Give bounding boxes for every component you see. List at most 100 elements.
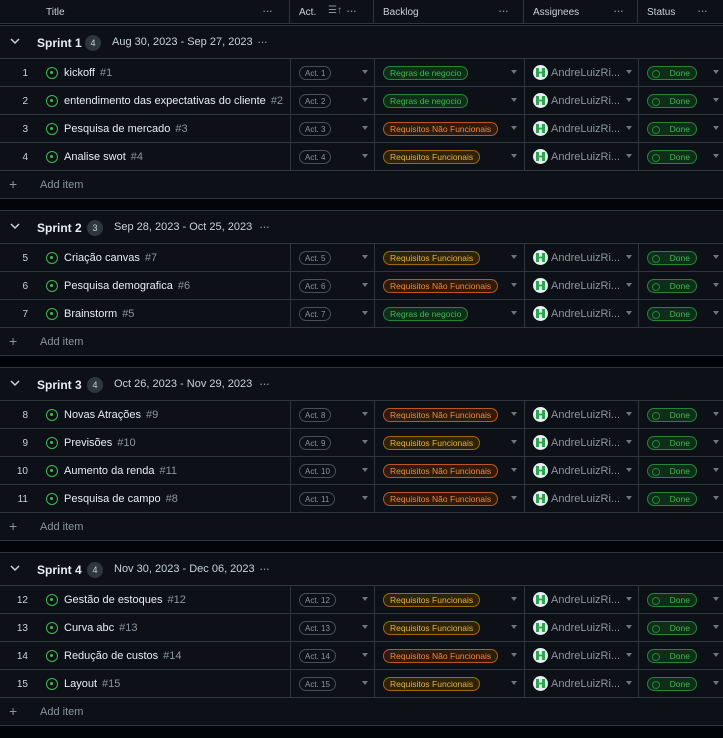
issue-title[interactable]: Redução de custos: [64, 650, 158, 662]
row-title[interactable]: Gestão de estoques #12: [64, 586, 186, 614]
status-badge[interactable]: Done: [647, 677, 697, 691]
act-field[interactable]: Act. 4: [299, 150, 332, 164]
add-item-row[interactable]: + Add item: [0, 513, 723, 541]
avatar[interactable]: [533, 306, 548, 321]
avatar[interactable]: [533, 592, 548, 607]
row-title[interactable]: Analise swot #4: [64, 143, 143, 171]
column-act[interactable]: Act. ☰↑ ···: [290, 0, 374, 24]
issue-title[interactable]: Previsões: [64, 437, 112, 449]
chevron-down-icon[interactable]: [511, 283, 517, 287]
act-field[interactable]: Act. 7: [299, 307, 332, 321]
column-title[interactable]: Title ···: [0, 0, 290, 24]
chevron-down-icon[interactable]: [713, 625, 719, 629]
table-row[interactable]: 8 Novas Atrações #9 Act. 8 Requisitos Não Fu…: [0, 401, 723, 429]
chevron-down-icon[interactable]: [362, 681, 368, 685]
chevron-down-icon[interactable]: [362, 496, 368, 500]
more-horizontal-icon[interactable]: ···: [262, 3, 273, 18]
assignee-name[interactable]: AndreLuizRi...: [551, 59, 621, 87]
more-horizontal-icon[interactable]: ···: [498, 3, 509, 18]
status-badge[interactable]: Done: [647, 464, 697, 478]
chevron-down-icon[interactable]: [626, 255, 632, 259]
chevron-down-icon[interactable]: [511, 412, 517, 416]
chevron-down-icon[interactable]: [626, 496, 632, 500]
chevron-down-icon[interactable]: [511, 98, 517, 102]
chevron-down-icon[interactable]: [713, 681, 719, 685]
table-row[interactable]: 9 Previsões #10 Act. 9 Requisitos Funcionais…: [0, 429, 723, 457]
group-header[interactable]: Sprint 1 4 Aug 30, 2023 - Sep 27, 2023 ···: [0, 25, 723, 59]
add-item-button[interactable]: Add item: [40, 179, 83, 191]
column-assignees[interactable]: Assignees ···: [524, 0, 638, 24]
column-backlog[interactable]: Backlog ···: [374, 0, 524, 24]
chevron-down-icon[interactable]: [362, 597, 368, 601]
chevron-down-icon[interactable]: [511, 681, 517, 685]
row-title[interactable]: Pesquisa demografica #6: [64, 272, 190, 300]
add-item-row[interactable]: + Add item: [0, 328, 723, 356]
backlog-label[interactable]: Requisitos Não Funcionais: [383, 649, 499, 663]
chevron-down-icon[interactable]: [511, 311, 517, 315]
act-field[interactable]: Act. 2: [299, 94, 332, 108]
act-field[interactable]: Act. 15: [299, 677, 336, 691]
avatar[interactable]: [533, 93, 548, 108]
table-row[interactable]: 12 Gestão de estoques #12 Act. 12 Requisitos…: [0, 586, 723, 614]
table-row[interactable]: 2 entendimento das expectativas do client…: [0, 87, 723, 115]
backlog-label[interactable]: Regras de negocio: [383, 94, 469, 108]
table-row[interactable]: 10 Aumento da renda #11 Act. 10 Requisitos N…: [0, 457, 723, 485]
chevron-down-icon[interactable]: [511, 597, 517, 601]
add-item-button[interactable]: Add item: [40, 521, 83, 533]
chevron-down-icon[interactable]: [626, 70, 632, 74]
chevron-down-icon[interactable]: [511, 496, 517, 500]
more-horizontal-icon[interactable]: ···: [257, 34, 268, 49]
status-badge[interactable]: Done: [647, 94, 697, 108]
chevron-down-icon[interactable]: [511, 653, 517, 657]
more-horizontal-icon[interactable]: ···: [613, 3, 624, 18]
avatar[interactable]: [533, 250, 548, 265]
avatar[interactable]: [533, 278, 548, 293]
plus-icon[interactable]: +: [9, 703, 17, 719]
issue-title[interactable]: Layout: [64, 678, 97, 690]
backlog-label[interactable]: Regras de negocio: [383, 66, 469, 80]
table-row[interactable]: 5 Criação canvas #7 Act. 5 Requisitos Funcio…: [0, 244, 723, 272]
chevron-down-icon[interactable]: [10, 563, 20, 573]
group-header[interactable]: Sprint 4 4 Nov 30, 2023 - Dec 06, 2023 ···: [0, 552, 723, 586]
status-badge[interactable]: Done: [647, 122, 697, 136]
issue-title[interactable]: Novas Atrações: [64, 409, 141, 421]
chevron-down-icon[interactable]: [626, 468, 632, 472]
add-item-row[interactable]: + Add item: [0, 171, 723, 199]
assignee-name[interactable]: AndreLuizRi...: [551, 457, 621, 485]
act-field[interactable]: Act. 3: [299, 122, 332, 136]
avatar[interactable]: [533, 65, 548, 80]
backlog-label[interactable]: Requisitos Funcionais: [383, 593, 481, 607]
issue-title[interactable]: Pesquisa de mercado: [64, 123, 170, 135]
table-row[interactable]: 15 Layout #15 Act. 15 Requisitos Funcionais A…: [0, 670, 723, 698]
chevron-down-icon[interactable]: [713, 283, 719, 287]
assignee-name[interactable]: AndreLuizRi...: [551, 614, 621, 642]
issue-title[interactable]: Curva abc: [64, 622, 114, 634]
issue-title[interactable]: entendimento das expectativas do cliente: [64, 95, 266, 107]
table-row[interactable]: 1 kickoff #1 Act. 1 Regras de negocio AndreLu…: [0, 59, 723, 87]
avatar[interactable]: [533, 620, 548, 635]
chevron-down-icon[interactable]: [626, 653, 632, 657]
act-field[interactable]: Act. 6: [299, 279, 332, 293]
assignee-name[interactable]: AndreLuizRi...: [551, 272, 621, 300]
row-title[interactable]: Brainstorm #5: [64, 300, 134, 328]
assignee-name[interactable]: AndreLuizRi...: [551, 244, 621, 272]
act-field[interactable]: Act. 13: [299, 621, 336, 635]
row-title[interactable]: Novas Atrações #9: [64, 401, 158, 429]
chevron-down-icon[interactable]: [713, 412, 719, 416]
chevron-down-icon[interactable]: [362, 70, 368, 74]
chevron-down-icon[interactable]: [626, 98, 632, 102]
status-badge[interactable]: Done: [647, 251, 697, 265]
chevron-down-icon[interactable]: [511, 126, 517, 130]
backlog-label[interactable]: Requisitos Não Funcionais: [383, 464, 499, 478]
more-horizontal-icon[interactable]: ···: [259, 376, 270, 391]
avatar[interactable]: [533, 121, 548, 136]
table-row[interactable]: 3 Pesquisa de mercado #3 Act. 3 Requisitos N…: [0, 115, 723, 143]
row-title[interactable]: Pesquisa de mercado #3: [64, 115, 188, 143]
chevron-down-icon[interactable]: [362, 468, 368, 472]
status-badge[interactable]: Done: [647, 436, 697, 450]
backlog-label[interactable]: Regras de negocio: [383, 307, 469, 321]
chevron-down-icon[interactable]: [362, 98, 368, 102]
row-title[interactable]: Curva abc #13: [64, 614, 138, 642]
avatar[interactable]: [533, 676, 548, 691]
chevron-down-icon[interactable]: [511, 440, 517, 444]
